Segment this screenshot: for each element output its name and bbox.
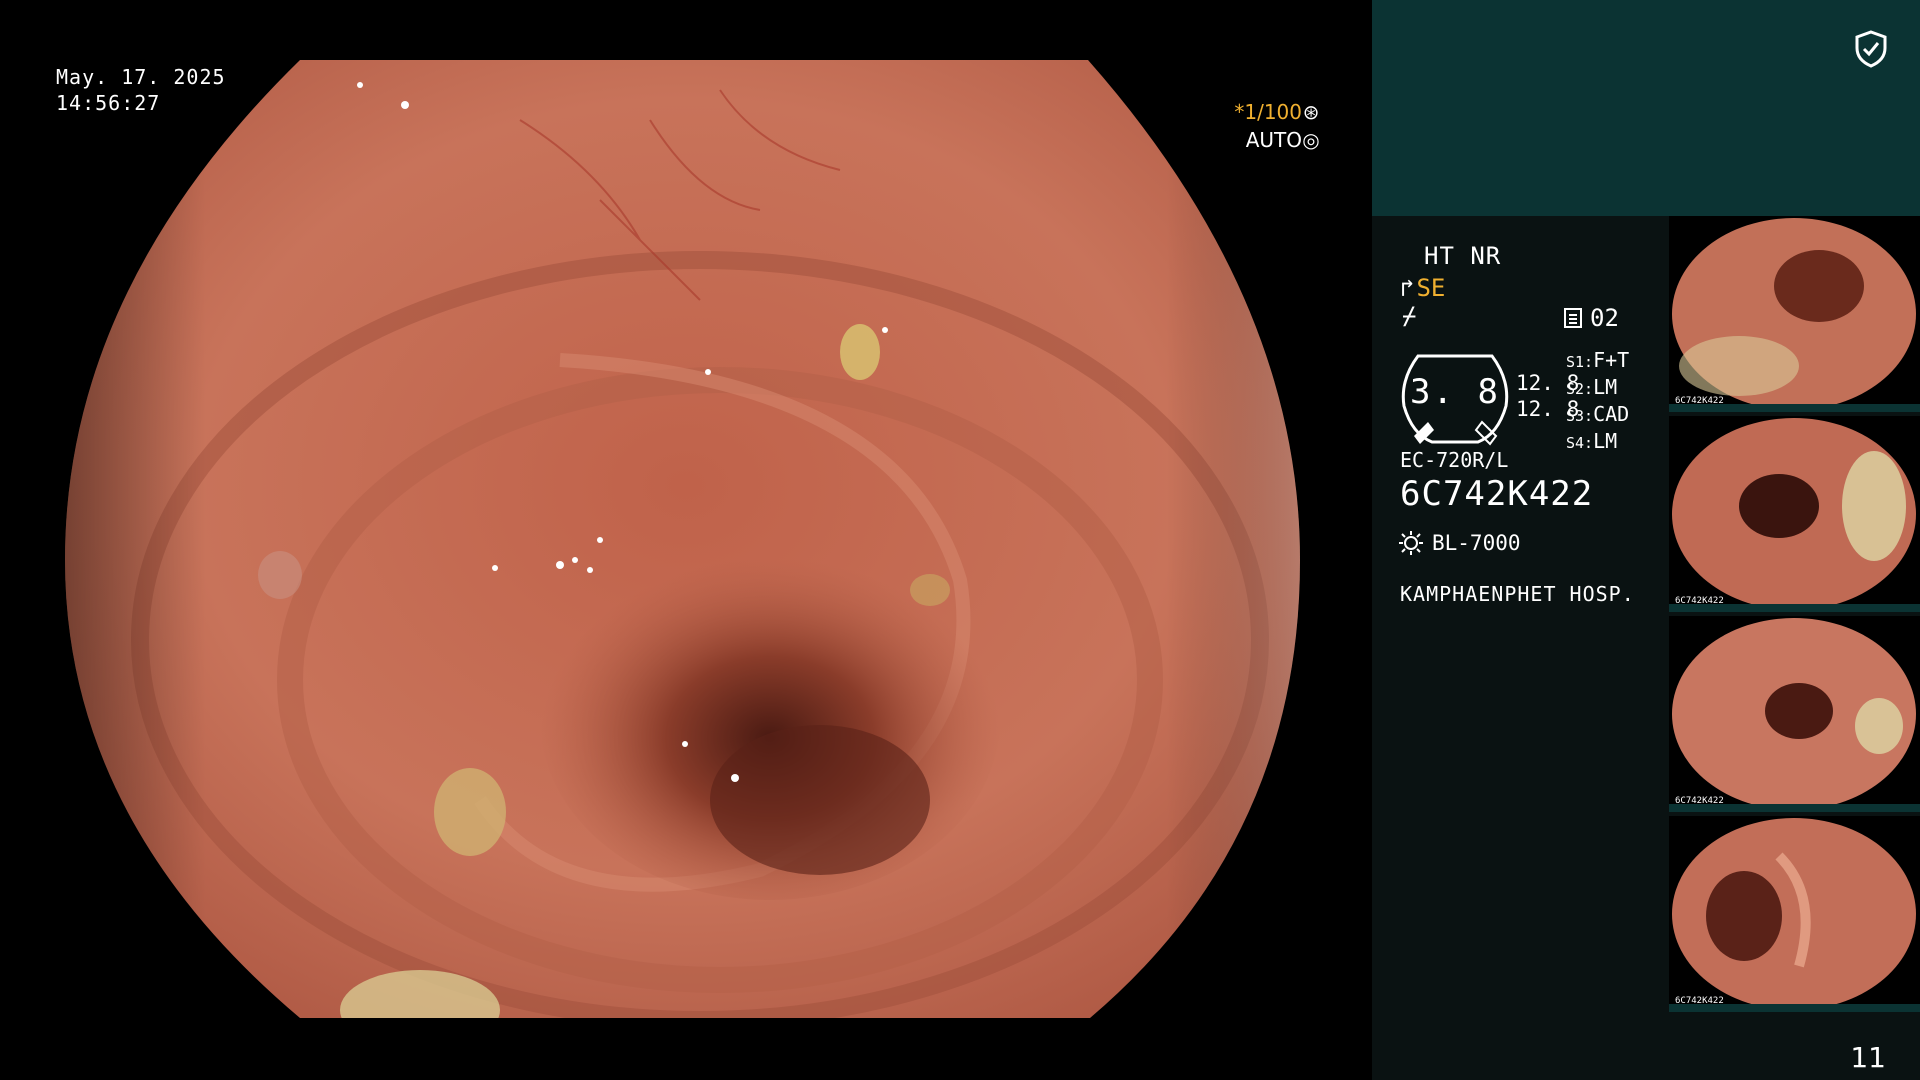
thumbnail-bar <box>1669 804 1920 812</box>
memory-slot-value: 02 <box>1590 304 1619 332</box>
thumbnail-image <box>1672 418 1916 610</box>
iris-mode-label: AUTO <box>1245 128 1302 152</box>
switch-slot: S1:F+T <box>1566 348 1630 372</box>
switch-slot: S4:LM <box>1566 429 1618 453</box>
hospital-name: KAMPHAENPHET HOSP. <box>1400 582 1635 606</box>
thumbnail-bar <box>1669 604 1920 612</box>
thumbnail-bar <box>1669 1004 1920 1012</box>
shutter-icon: ⊛ <box>1302 100 1320 124</box>
iris-row: AUTO◎ <box>1234 126 1320 154</box>
endoscopy-image <box>65 60 1300 1018</box>
thumbnail[interactable]: 6C742K422 <box>1669 816 1920 1012</box>
light-source: BL-7000 <box>1398 530 1521 556</box>
thumbnail-image <box>1672 818 1916 1010</box>
shield-check-icon <box>1855 30 1887 68</box>
flash-icon: ⌿ <box>1402 302 1417 330</box>
iris-icon: ◎ <box>1302 128 1320 152</box>
time-label: 14:56:27 <box>56 91 161 115</box>
thumbnail-image <box>1672 618 1916 810</box>
thumbnail[interactable]: 6C742K422 <box>1669 416 1920 612</box>
thumbnail[interactable]: 6C742K422 <box>1669 216 1920 412</box>
endoscopy-view: May. 17. 2025 14:56:27 *1/100⊛ AUTO◎ <box>0 0 1372 1080</box>
scope-serial: 6C742K422 <box>1400 474 1594 514</box>
switch-assignments: S1:F+T S2:LM S3:CAD S4:LM <box>1566 348 1629 456</box>
memory-slot: 02 <box>1564 304 1619 332</box>
thumbnail-bar <box>1669 404 1920 412</box>
light-source-label: BL-7000 <box>1432 531 1521 555</box>
info-panel: HT NR ↱SE ⌿ 02 3. 8 12. 8 12. 8 S1:F+T S… <box>1372 0 1920 1080</box>
memory-icon <box>1564 308 1582 328</box>
exposure-overlay: *1/100⊛ AUTO◎ <box>1234 98 1320 154</box>
panel-header <box>1372 0 1920 216</box>
structure-enhancement-label: SE <box>1416 274 1446 302</box>
brightness-value: 3. 8 <box>1410 372 1500 412</box>
thumbnail[interactable]: 6C742K422 <box>1669 616 1920 812</box>
switch-slot: S3:CAD <box>1566 402 1630 426</box>
scope-model: EC-720R/L <box>1400 448 1509 472</box>
shutter-speed-label: *1/100 <box>1234 100 1302 124</box>
thumbnail-image <box>1672 218 1916 410</box>
date-label: May. 17. 2025 <box>56 65 226 89</box>
shutter-row: *1/100⊛ <box>1234 98 1320 126</box>
switch-slot: S2:LM <box>1566 375 1618 399</box>
date-time-overlay: May. 17. 2025 14:56:27 <box>56 64 226 116</box>
mode-line: HT NR <box>1424 242 1502 270</box>
page-number: 11 <box>1850 1041 1886 1074</box>
scope-tip-icon: ↱ <box>1400 274 1415 302</box>
captured-images: 6C742K422 6C742K422 6C742K422 6C742K422 <box>1669 216 1920 1016</box>
se-row: ↱SE <box>1400 274 1445 302</box>
lamp-icon <box>1399 531 1423 555</box>
